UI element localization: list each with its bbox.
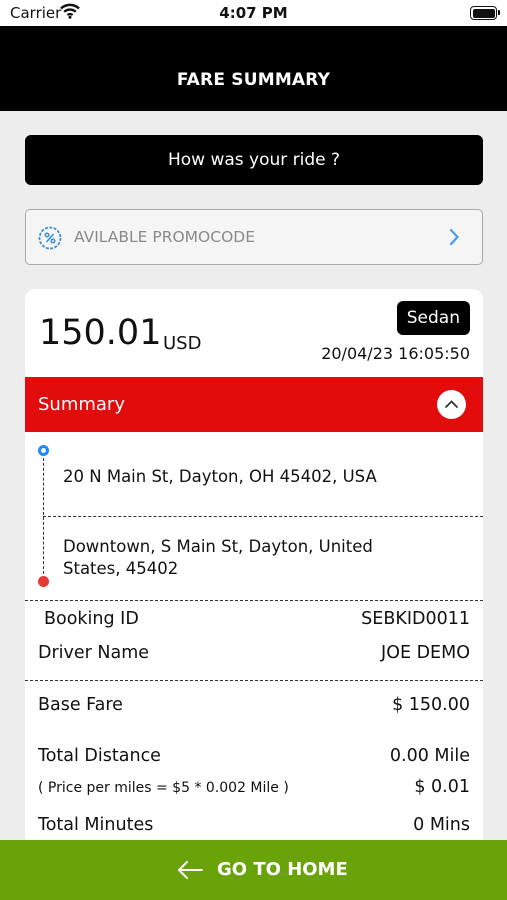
total-minutes-label: Total Minutes — [38, 815, 154, 835]
go-to-home-button[interactable]: GO TO HOME — [0, 840, 507, 900]
summary-section-header[interactable]: Summary — [25, 377, 483, 432]
pickup-address: 20 N Main St, Dayton, OH 45402, USA — [63, 467, 377, 486]
vehicle-type-badge: Sedan — [396, 301, 470, 335]
go-to-home-label: GO TO HOME — [217, 859, 348, 880]
percent-badge-icon — [37, 225, 63, 255]
chevron-up-icon[interactable] — [437, 390, 466, 419]
page-title-bar: FARE SUMMARY — [0, 26, 507, 111]
booking-id-label: Booking ID — [44, 609, 139, 629]
chevron-right-icon — [448, 227, 460, 251]
total-distance-value: 0.00 Mile — [389, 746, 470, 766]
base-fare-value: $ 150.00 — [392, 695, 470, 715]
page-title: FARE SUMMARY — [176, 70, 331, 90]
base-fare-label: Base Fare — [38, 695, 123, 715]
driver-name-label: Driver Name — [38, 643, 150, 663]
total-minutes-value: 0 Mins — [413, 815, 470, 835]
status-time: 4:07 PM — [219, 4, 288, 22]
arrow-left-icon — [176, 859, 204, 885]
promocode-button[interactable]: AVILABLE PROMOCODE — [25, 209, 483, 265]
summary-label: Summary — [38, 394, 125, 415]
divider — [25, 680, 483, 681]
fare-currency: USD — [163, 333, 202, 354]
divider — [43, 516, 483, 517]
booking-id-row: Booking ID SEBKID0011 — [44, 609, 470, 629]
route-details: 20 N Main St, Dayton, OH 45402, USA Down… — [25, 432, 483, 601]
booking-id-value: SEBKID0011 — [361, 609, 470, 629]
total-minutes-row: Total Minutes 0 Mins — [38, 815, 470, 835]
price-per-mile-row: ( Price per miles = $5 * 0.002 Mile ) $ … — [38, 777, 470, 797]
fare-amount: 150.01 — [39, 313, 162, 353]
fare-summary-card: 150.01 USD Sedan 20/04/23 16:05:50 Summa… — [25, 289, 483, 849]
driver-name-value: JOE DEMO — [381, 643, 470, 663]
pickup-marker-icon — [38, 445, 49, 456]
base-fare-row: Base Fare $ 150.00 — [38, 695, 470, 715]
status-bar: Carrier 4:07 PM — [0, 0, 507, 26]
trip-datetime: 20/04/23 16:05:50 — [321, 344, 470, 363]
total-distance-label: Total Distance — [38, 746, 161, 766]
battery-icon — [470, 6, 500, 20]
driver-name-row: Driver Name JOE DEMO — [38, 643, 470, 663]
price-per-mile-value: $ 0.01 — [414, 777, 470, 797]
price-per-mile-note: ( Price per miles = $5 * 0.002 Mile ) — [38, 780, 289, 796]
rate-ride-button[interactable]: How was your ride ? — [25, 135, 483, 185]
dropoff-marker-icon — [38, 576, 49, 587]
divider — [25, 600, 483, 601]
promocode-label: AVILABLE PROMOCODE — [74, 228, 256, 246]
dropoff-address: Downtown, S Main St, Dayton, United Stat… — [63, 537, 373, 578]
total-distance-row: Total Distance 0.00 Mile — [38, 746, 470, 766]
